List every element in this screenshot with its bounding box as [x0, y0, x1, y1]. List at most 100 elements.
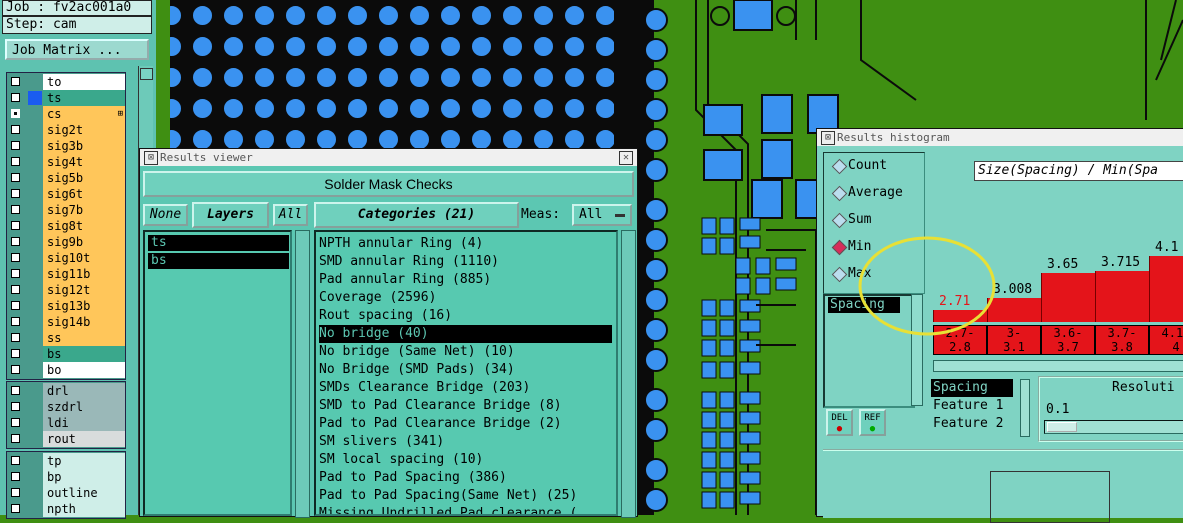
layer-checkbox[interactable] — [11, 221, 20, 230]
attribute-scrollbar[interactable] — [1020, 379, 1030, 437]
layer-row[interactable]: sig10t — [7, 250, 125, 266]
scroll-up-arrow-icon[interactable] — [140, 68, 153, 80]
layer-checkbox[interactable] — [11, 205, 20, 214]
layer-row[interactable]: sig6t — [7, 186, 125, 202]
attribute-item[interactable]: Feature 1 — [931, 397, 1021, 415]
layer-color-swatch[interactable] — [28, 75, 42, 89]
layer-name[interactable]: tp — [43, 453, 125, 469]
layer-color-swatch[interactable] — [28, 187, 42, 201]
layer-color-swatch[interactable] — [28, 123, 42, 137]
layer-row[interactable]: sig12t — [7, 282, 125, 298]
layer-name[interactable]: sig10t — [43, 250, 125, 266]
layer-row[interactable]: sig2t — [7, 122, 125, 138]
layer-name[interactable]: to — [43, 74, 125, 90]
layer-color-swatch[interactable] — [28, 107, 42, 121]
layers-header-button[interactable]: Layers — [192, 202, 269, 228]
layers-all-button[interactable]: All — [273, 204, 308, 226]
layer-list-item[interactable]: bs — [148, 253, 289, 269]
layer-name[interactable]: outline — [43, 485, 125, 501]
results-viewer-titlebar[interactable]: ⊠ Results viewer ✕ — [140, 149, 637, 166]
layer-row[interactable]: sig5b — [7, 170, 125, 186]
layer-color-swatch[interactable] — [28, 155, 42, 169]
categories-scrollbar[interactable] — [621, 230, 636, 518]
slider-thumb[interactable] — [1047, 422, 1077, 432]
attribute-item[interactable]: Spacing — [931, 379, 1013, 397]
layer-name[interactable]: rout — [43, 431, 125, 447]
layer-checkbox[interactable] — [11, 365, 20, 374]
radio-diamond-icon[interactable] — [831, 212, 848, 229]
layer-color-swatch[interactable] — [28, 400, 42, 414]
layer-name[interactable]: sig4t — [43, 154, 125, 170]
layer-row[interactable]: sig14b — [7, 314, 125, 330]
histogram-hscrollbar[interactable] — [933, 360, 1183, 372]
layer-name[interactable]: szdrl — [43, 399, 125, 415]
categories-listbox[interactable]: NPTH annular Ring (4) SMD annular Ring (1… — [314, 230, 618, 516]
layer-color-swatch[interactable] — [28, 331, 42, 345]
layer-checkbox[interactable] — [11, 504, 20, 513]
category-item[interactable]: No bridge (Same Net) (10) — [319, 343, 612, 361]
job-matrix-button[interactable]: Job Matrix ... — [5, 39, 149, 60]
layer-color-swatch[interactable] — [28, 251, 42, 265]
layer-checkbox[interactable] — [11, 402, 20, 411]
category-item[interactable]: No Bridge (SMD Pads) (34) — [319, 361, 612, 379]
histogram-bar[interactable] — [1041, 273, 1096, 322]
layer-checkbox[interactable] — [11, 125, 20, 134]
layer-name[interactable]: sig9b — [43, 234, 125, 250]
layer-checkbox[interactable] — [11, 456, 20, 465]
layer-row[interactable]: bo — [7, 362, 125, 378]
layer-row[interactable]: outline — [7, 485, 125, 501]
category-item[interactable]: SMDs Clearance Bridge (203) — [319, 379, 612, 397]
layer-name[interactable]: drl — [43, 383, 125, 399]
layer-row[interactable]: bp — [7, 469, 125, 485]
category-item[interactable]: SMD to Pad Clearance Bridge (8) — [319, 397, 612, 415]
layer-name[interactable]: sig14b — [43, 314, 125, 330]
layer-checkbox[interactable] — [11, 189, 20, 198]
meas-dropdown[interactable]: All — [572, 204, 632, 226]
layer-row[interactable]: tp — [7, 453, 125, 469]
layer-row[interactable]: sig13b — [7, 298, 125, 314]
layers-none-button[interactable]: None — [143, 204, 188, 226]
layer-name[interactable]: sig13b — [43, 298, 125, 314]
category-item[interactable]: SMD annular Ring (1110) — [319, 253, 612, 271]
layer-checkbox[interactable] — [11, 93, 20, 102]
layer-name[interactable]: sig3b — [43, 138, 125, 154]
histogram-bar[interactable] — [1149, 255, 1183, 322]
layer-checkbox[interactable] — [11, 333, 20, 342]
layer-color-swatch[interactable] — [28, 171, 42, 185]
layer-color-swatch[interactable] — [28, 416, 42, 430]
category-item[interactable]: Pad to Pad Spacing(Same Net) (25) — [319, 487, 612, 505]
layer-color-swatch[interactable] — [28, 91, 42, 105]
layer-color-swatch[interactable] — [28, 139, 42, 153]
window-menu-icon[interactable]: ⊠ — [144, 151, 158, 165]
category-item[interactable]: Missing Undrilled Pad clearance ( — [319, 505, 612, 514]
layer-checkbox[interactable] — [11, 317, 20, 326]
attribute-list[interactable]: Spacing Feature 1 Feature 2 — [931, 379, 1021, 435]
layer-checkbox[interactable] — [11, 285, 20, 294]
layer-color-swatch[interactable] — [28, 315, 42, 329]
layer-name[interactable]: sig7b — [43, 202, 125, 218]
radio-diamond-icon[interactable] — [831, 266, 848, 283]
layer-checkbox[interactable] — [11, 237, 20, 246]
categories-header-button[interactable]: Categories (21) — [314, 202, 519, 228]
category-item[interactable]: Coverage (2596) — [319, 289, 612, 307]
layers-listbox[interactable]: ts bs — [143, 230, 292, 516]
del-button[interactable]: DEL ● — [826, 409, 853, 436]
close-icon[interactable]: ✕ — [619, 151, 633, 165]
radio-diamond-icon[interactable] — [831, 158, 848, 175]
layer-name[interactable]: sig12t — [43, 282, 125, 298]
layer-row[interactable]: drl — [7, 383, 125, 399]
layer-checkbox[interactable] — [11, 472, 20, 481]
category-item[interactable]: Pad to Pad Clearance Bridge (2) — [319, 415, 612, 433]
histogram-bar[interactable] — [1095, 270, 1150, 322]
layer-checkbox[interactable] — [11, 253, 20, 262]
layer-row[interactable]: sig11b — [7, 266, 125, 282]
layer-name[interactable]: cs — [43, 106, 125, 122]
resolution-slider[interactable] — [1044, 420, 1183, 434]
layers-scrollbar[interactable] — [295, 230, 310, 518]
histogram-titlebar[interactable]: ⊠ Results histogram — [817, 129, 1183, 146]
layer-color-swatch[interactable] — [28, 235, 42, 249]
category-item[interactable]: NPTH annular Ring (4) — [319, 235, 612, 253]
layer-name[interactable]: sig6t — [43, 186, 125, 202]
layer-name[interactable]: bs — [43, 346, 125, 362]
layer-checkbox[interactable] — [11, 141, 20, 150]
